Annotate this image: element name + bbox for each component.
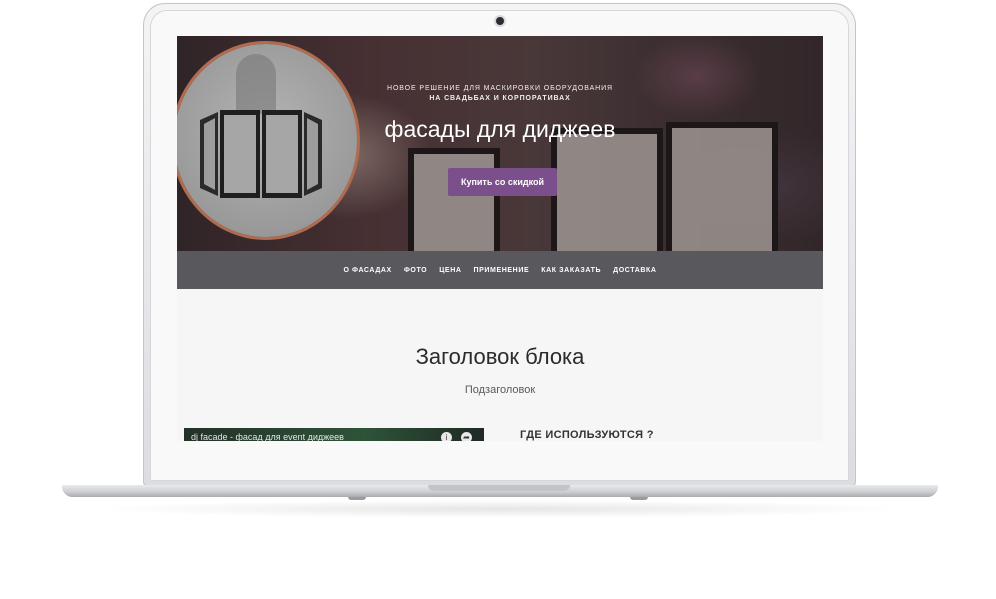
video-player[interactable]: dj facade - фасад для event диджеев i ➦ <box>184 428 484 441</box>
laptop-screen: НОВОЕ РЕШЕНИЕ ДЛЯ МАСКИРОВКИ ОБОРУДОВАНИ… <box>177 36 823 441</box>
video-title: dj facade - фасад для event диджеев <box>191 432 344 441</box>
hero-section: НОВОЕ РЕШЕНИЕ ДЛЯ МАСКИРОВКИ ОБОРУДОВАНИ… <box>177 36 823 251</box>
info-icon[interactable]: i <box>441 432 452 441</box>
nav-item-order[interactable]: КАК ЗАКАЗАТЬ <box>541 267 601 274</box>
nav-item-about[interactable]: О ФАСАДАХ <box>343 267 391 274</box>
share-icon[interactable]: ➦ <box>461 432 472 441</box>
nav-item-price[interactable]: ЦЕНА <box>439 267 461 274</box>
block-subtitle: Подзаголовок <box>464 384 536 396</box>
nav-item-photo[interactable]: ФОТО <box>404 267 427 274</box>
block-title: Заголовок блока <box>415 344 585 369</box>
laptop-foot-right <box>630 497 648 500</box>
content-section: Заголовок блока Подзаголовок dj facade -… <box>177 289 823 441</box>
camera-icon <box>496 17 504 25</box>
hero-kicker-bold: НА СВАДЬБАХ И КОРПОРАТИВАХ <box>429 95 571 102</box>
main-nav: О ФАСАДАХ ФОТО ЦЕНА ПРИМЕНЕНИЕ КАК ЗАКАЗ… <box>177 251 823 289</box>
nav-item-usage[interactable]: ПРИМЕНЕНИЕ <box>474 267 530 274</box>
nav-item-delivery[interactable]: ДОСТАВКА <box>613 267 656 274</box>
buy-discount-button[interactable]: Купить со скидкой <box>448 168 557 196</box>
dj-silhouette <box>236 54 276 114</box>
laptop-notch <box>428 485 570 491</box>
laptop-foot-left <box>348 497 366 500</box>
laptop-shadow <box>90 500 910 518</box>
hero-kicker: НОВОЕ РЕШЕНИЕ ДЛЯ МАСКИРОВКИ ОБОРУДОВАНИ… <box>386 85 614 92</box>
hero-title: фасады для диджеев <box>384 116 616 142</box>
uses-heading: ГДЕ ИСПОЛЬЗУЮТСЯ ? <box>520 429 654 441</box>
